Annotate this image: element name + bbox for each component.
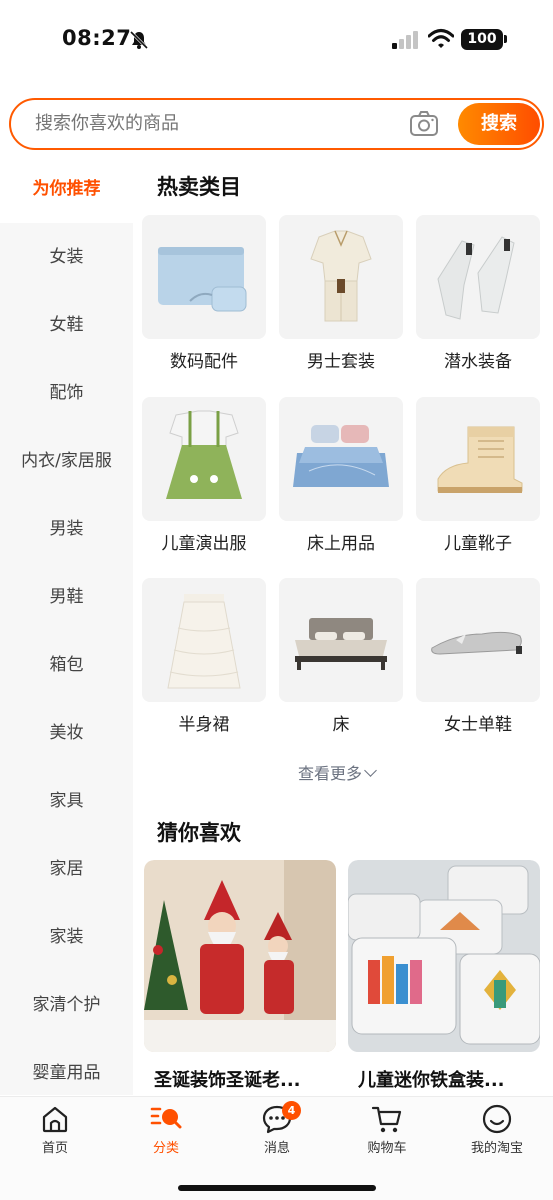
bedding-image bbox=[279, 397, 403, 521]
bell-off-icon bbox=[129, 30, 149, 50]
home-icon bbox=[42, 1106, 68, 1133]
flat-shoe-image bbox=[416, 578, 540, 702]
diving-fins-image bbox=[416, 215, 540, 339]
category-label: 半身裙 bbox=[178, 715, 230, 735]
skirt-image bbox=[142, 578, 266, 702]
tin-box-toy-image bbox=[348, 860, 540, 1052]
kids-boot-image bbox=[416, 397, 540, 521]
category-card[interactable]: 床 bbox=[279, 578, 403, 735]
category-sidebar: 为你推荐 女装 女鞋 配饰 内衣/家居服 男装 男鞋 箱包 美妆 家具 家居 家… bbox=[0, 155, 133, 1095]
category-card[interactable]: 潜水装备 bbox=[416, 215, 540, 372]
kids-dress-image bbox=[142, 397, 266, 521]
category-label: 女士单鞋 bbox=[444, 715, 512, 735]
category-label: 数码配件 bbox=[170, 352, 238, 372]
recommend-card[interactable]: 儿童迷你铁盒装... bbox=[348, 860, 540, 1092]
category-card[interactable]: 数码配件 bbox=[142, 215, 266, 372]
view-more-link[interactable]: 查看更多 bbox=[298, 760, 377, 784]
category-label: 儿童演出服 bbox=[161, 534, 247, 554]
category-label: 床上用品 bbox=[307, 534, 375, 554]
sidebar-item-furniture[interactable]: 家具 bbox=[0, 767, 133, 835]
category-label: 潜水装备 bbox=[444, 352, 512, 372]
profile-icon bbox=[482, 1104, 512, 1134]
sidebar-item-bags[interactable]: 箱包 bbox=[0, 631, 133, 699]
search-button[interactable]: 搜索 bbox=[458, 103, 540, 145]
bed-image bbox=[279, 578, 403, 702]
sidebar-item-accessories[interactable]: 配饰 bbox=[0, 359, 133, 427]
recommend-card[interactable]: 圣诞装饰圣诞老... bbox=[144, 860, 336, 1092]
sidebar-item-cleaning[interactable]: 家清个护 bbox=[0, 971, 133, 1039]
tab-category[interactable]: 分类 bbox=[121, 1103, 211, 1159]
chevron-down-icon bbox=[364, 764, 377, 777]
category-icon bbox=[150, 1107, 182, 1129]
sidebar-item-womens-clothing[interactable]: 女装 bbox=[0, 223, 133, 291]
laptop-sleeve-image bbox=[142, 215, 266, 339]
recommend-title: 儿童迷你铁盒装... bbox=[358, 1070, 505, 1091]
category-card[interactable]: 床上用品 bbox=[279, 397, 403, 554]
camera-icon[interactable] bbox=[409, 110, 439, 138]
cart-icon bbox=[371, 1106, 402, 1133]
sidebar-item-underwear[interactable]: 内衣/家居服 bbox=[0, 427, 133, 495]
tab-label: 分类 bbox=[152, 1141, 179, 1156]
category-card[interactable]: 男士套装 bbox=[279, 215, 403, 372]
category-card[interactable]: 女士单鞋 bbox=[416, 578, 540, 735]
category-label: 儿童靴子 bbox=[444, 534, 512, 554]
tab-label: 首页 bbox=[41, 1141, 68, 1156]
search-bar[interactable]: 搜索 bbox=[9, 98, 544, 150]
status-bar: 08:27 100 bbox=[0, 0, 553, 80]
sidebar-item-mens-clothing[interactable]: 男装 bbox=[0, 495, 133, 563]
sidebar-item-home[interactable]: 家居 bbox=[0, 835, 133, 903]
tab-profile[interactable]: 我的淘宝 bbox=[452, 1103, 542, 1159]
category-label: 床 bbox=[332, 715, 350, 735]
recommend-title: 圣诞装饰圣诞老... bbox=[154, 1070, 301, 1091]
battery-tip bbox=[504, 35, 507, 43]
category-card[interactable]: 儿童靴子 bbox=[416, 397, 540, 554]
category-card[interactable]: 儿童演出服 bbox=[142, 397, 266, 554]
category-label: 男士套装 bbox=[307, 352, 375, 372]
status-time: 08:27 bbox=[62, 26, 132, 50]
sidebar-item-renovation[interactable]: 家装 bbox=[0, 903, 133, 971]
message-badge: 4 bbox=[282, 1101, 301, 1120]
sidebar-item-mens-shoes[interactable]: 男鞋 bbox=[0, 563, 133, 631]
sidebar-item-makeup[interactable]: 美妆 bbox=[0, 699, 133, 767]
tab-home[interactable]: 首页 bbox=[10, 1103, 100, 1159]
tab-label: 我的淘宝 bbox=[470, 1141, 523, 1156]
santa-decor-image bbox=[144, 860, 336, 1052]
tab-messages[interactable]: 4 消息 bbox=[232, 1101, 322, 1159]
search-input[interactable] bbox=[35, 100, 395, 148]
category-card[interactable]: 半身裙 bbox=[142, 578, 266, 735]
tab-label: 消息 bbox=[263, 1141, 290, 1156]
hot-categories-title: 热卖类目 bbox=[157, 175, 241, 199]
mens-suit-image bbox=[279, 215, 403, 339]
signal-icon bbox=[392, 31, 418, 49]
view-more-label: 查看更多 bbox=[298, 764, 363, 783]
guess-title: 猜你喜欢 bbox=[157, 821, 241, 845]
tab-cart[interactable]: 购物车 bbox=[342, 1103, 432, 1159]
wifi-icon bbox=[428, 29, 454, 48]
battery-indicator: 100 bbox=[461, 29, 503, 50]
sidebar-item-womens-shoes[interactable]: 女鞋 bbox=[0, 291, 133, 359]
tab-label: 购物车 bbox=[367, 1141, 407, 1156]
home-indicator[interactable] bbox=[178, 1185, 376, 1191]
sidebar-item-recommended[interactable]: 为你推荐 bbox=[0, 155, 133, 223]
